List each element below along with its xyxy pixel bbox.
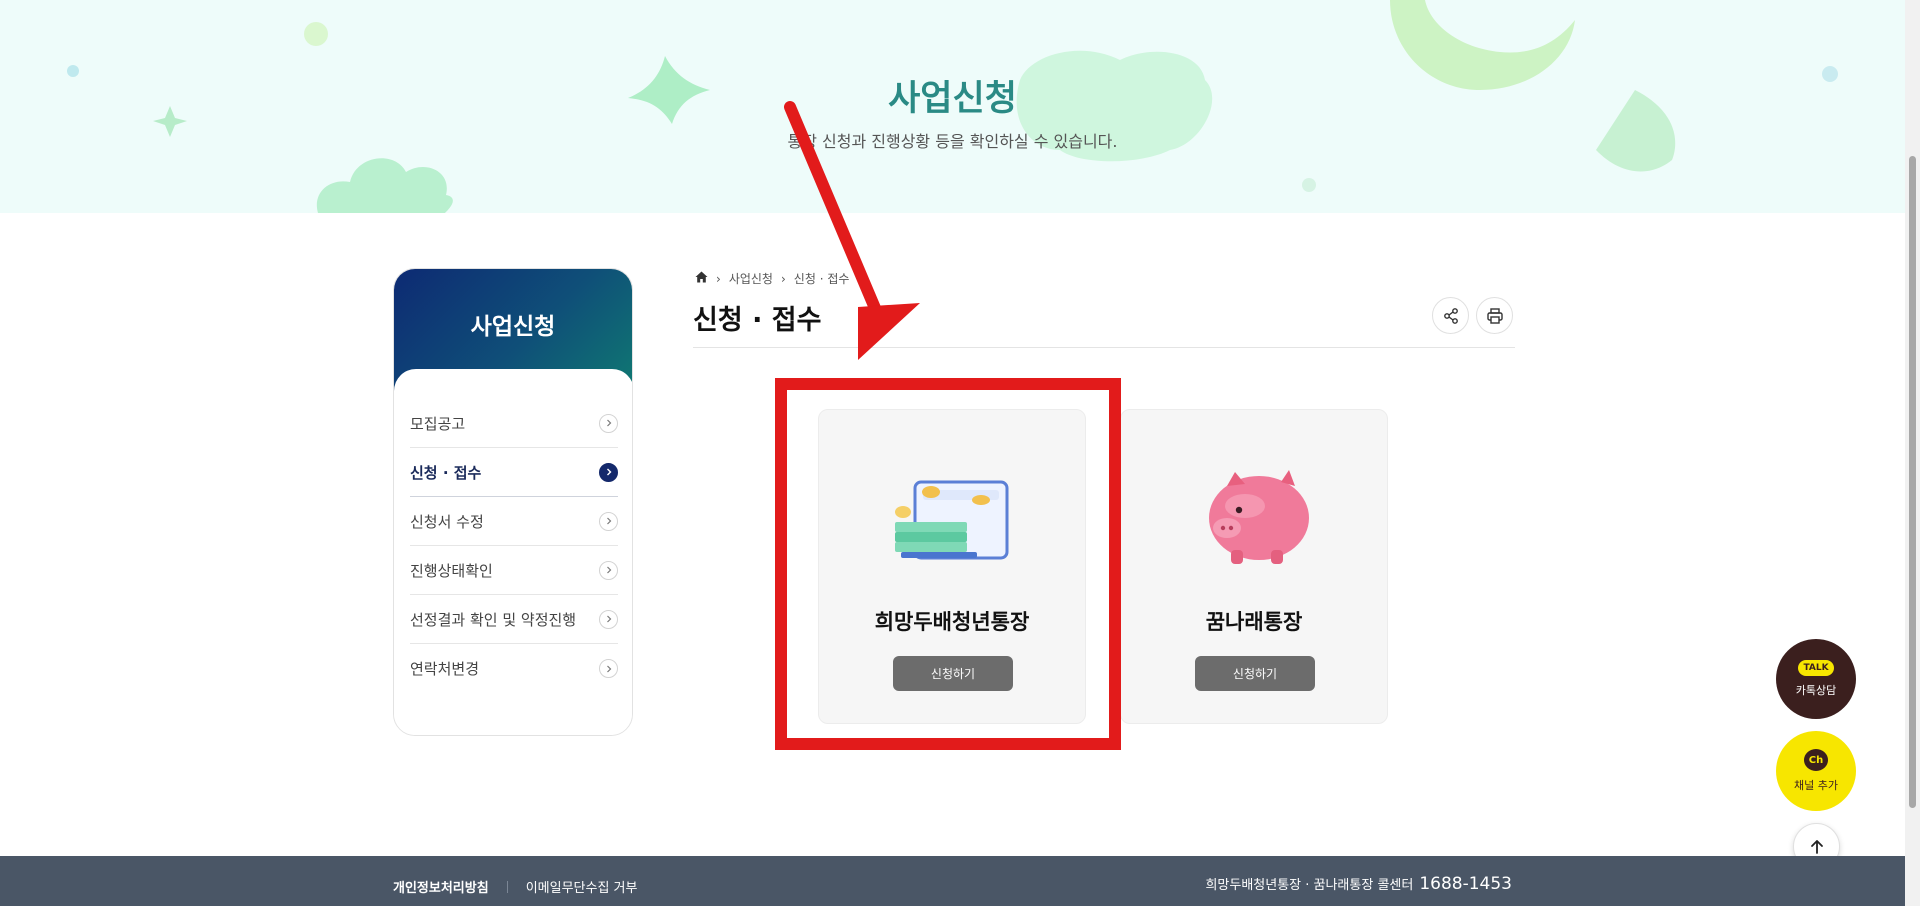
scrollbar-thumb[interactable]	[1909, 156, 1916, 808]
sidebar-item-selection-result[interactable]: 선정결과 확인 및 약정진행	[410, 595, 618, 644]
arrow-up-icon	[1810, 839, 1823, 854]
card-title: 꿈나래통장	[1205, 610, 1303, 634]
sidebar-item-label: 신청 · 접수	[410, 463, 482, 482]
call-center-label: 희망두배청년통장 · 꿈나래통장 콜센터	[1205, 878, 1414, 893]
footer-divider	[506, 880, 508, 893]
footer: 개인정보처리방침 이메일무단수집 거부 희망두배청년통장 · 꿈나래통장 콜센터…	[0, 856, 1905, 906]
footer-links: 개인정보처리방침 이메일무단수집 거부	[393, 877, 637, 896]
call-center-phone: 1688-1453	[1419, 874, 1512, 894]
chevron-right-icon	[599, 659, 618, 678]
sidebar: 사업신청 모집공고 신청 · 접수 신청서 수정 진행상태확인 선정결과 확인 …	[393, 268, 633, 736]
kakao-talk-icon: TALK	[1798, 660, 1834, 676]
apply-button[interactable]: 신청하기	[1195, 656, 1315, 691]
sidebar-item-progress-status[interactable]: 진행상태확인	[410, 546, 618, 595]
title-divider	[693, 347, 1515, 348]
product-card-dream-wing: 꿈나래통장 신청하기	[1120, 409, 1388, 724]
chevron-right-icon	[599, 413, 618, 433]
kakao-talk-consult-button[interactable]: TALK 카톡상담	[1776, 639, 1856, 719]
home-icon[interactable]	[695, 271, 708, 286]
email-refusal-link[interactable]: 이메일무단수집 거부	[526, 877, 638, 896]
sidebar-item-contact-change[interactable]: 연락처변경	[410, 644, 618, 693]
sidebar-item-label: 선정결과 확인 및 약정진행	[410, 610, 577, 629]
chevron-right-icon: ›	[780, 271, 786, 286]
hero-subtitle: 통장 신청과 진행상황 등을 확인하실 수 있습니다.	[787, 132, 1118, 151]
piggy-bank-icon	[1209, 470, 1309, 564]
page-title: 신청 · 접수	[693, 305, 822, 336]
kakao-talk-label: 카톡상담	[1795, 684, 1837, 697]
kakao-channel-label: 채널 추가	[1794, 779, 1838, 792]
chevron-right-icon: ›	[716, 271, 721, 286]
footer-contact: 희망두배청년통장 · 꿈나래통장 콜센터 1688-1453	[1205, 874, 1512, 894]
kakao-channel-add-button[interactable]: Ch 채널 추가	[1776, 731, 1856, 811]
hero-title: 사업신청	[888, 79, 1017, 119]
sidebar-item-edit-application[interactable]: 신청서 수정	[410, 497, 618, 546]
sidebar-item-label: 진행상태확인	[410, 561, 493, 580]
privacy-policy-link[interactable]: 개인정보처리방침	[393, 877, 489, 896]
chevron-right-icon	[599, 462, 618, 482]
chevron-right-icon	[599, 560, 618, 580]
sidebar-menu: 모집공고 신청 · 접수 신청서 수정 진행상태확인 선정결과 확인 및 약정진…	[394, 369, 632, 735]
chevron-right-icon	[599, 511, 618, 531]
highlight-box	[775, 378, 1121, 750]
share-icon	[1443, 307, 1458, 324]
sidebar-item-label: 모집공고	[410, 414, 466, 433]
breadcrumb-item[interactable]: 신청 · 접수	[794, 270, 850, 287]
print-icon	[1486, 307, 1503, 324]
breadcrumb-item[interactable]: 사업신청	[729, 270, 773, 287]
sidebar-item-recruitment-notice[interactable]: 모집공고	[410, 399, 618, 448]
sidebar-item-label: 신청서 수정	[410, 512, 484, 531]
print-button[interactable]	[1476, 297, 1513, 334]
page-hero: 사업신청 통장 신청과 진행상황 등을 확인하실 수 있습니다.	[0, 0, 1920, 213]
breadcrumb: › 사업신청 › 신청 · 접수	[695, 270, 849, 287]
share-button[interactable]	[1432, 297, 1469, 334]
kakao-channel-icon: Ch	[1804, 749, 1828, 771]
sidebar-item-label: 연락처변경	[410, 660, 480, 678]
chevron-right-icon	[599, 609, 618, 629]
sidebar-item-application[interactable]: 신청 · 접수	[410, 448, 618, 497]
